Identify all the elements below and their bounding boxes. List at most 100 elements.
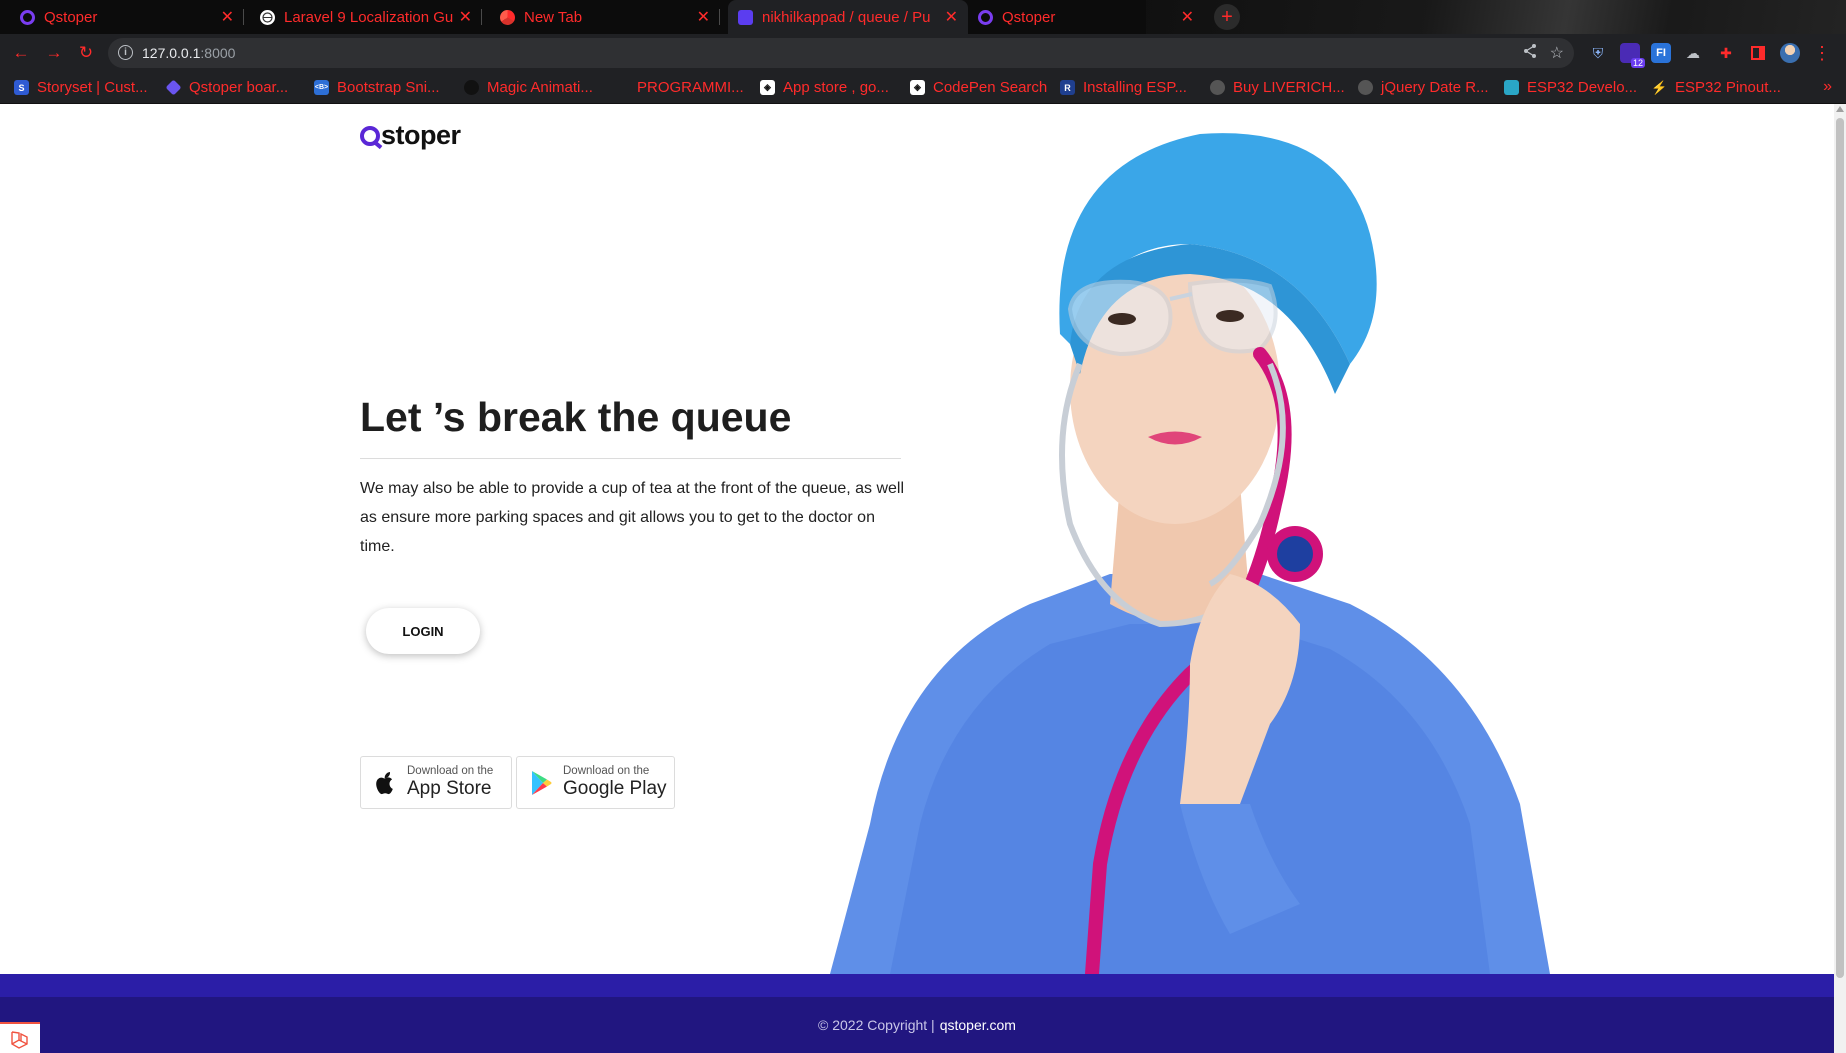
tab-bitbucket[interactable]: nikhilkappad / queue / Pu ✕ xyxy=(728,0,968,34)
storyset-icon: S xyxy=(14,80,29,95)
qstoper-icon xyxy=(20,9,35,25)
tab-qstoper-2[interactable]: Qstoper ✕ xyxy=(968,0,1204,34)
extension-fi-icon[interactable]: FI xyxy=(1651,43,1671,63)
bookmark-label: ESP32 Develo... xyxy=(1527,79,1638,96)
github-icon xyxy=(464,80,479,95)
close-icon[interactable]: ✕ xyxy=(945,7,958,27)
bookmark-label: Installing ESP... xyxy=(1083,79,1187,96)
bookmark-label: Storyset | Cust... xyxy=(37,79,148,96)
close-icon[interactable]: ✕ xyxy=(221,7,234,27)
codepen-icon: ◈ xyxy=(760,80,775,95)
url-text[interactable]: 127.0.0.1:8000 xyxy=(142,45,235,61)
app-store-text: Download on the App Store xyxy=(407,765,493,800)
new-tab-button[interactable]: + xyxy=(1214,4,1240,30)
tab-qstoper-1[interactable]: Qstoper ✕ xyxy=(10,0,244,34)
bookmark-label: jQuery Date R... xyxy=(1381,79,1489,96)
folder-icon xyxy=(614,80,629,95)
hero-divider xyxy=(360,458,901,459)
google-play-small-text: Download on the xyxy=(563,765,650,777)
scrollbar-thumb[interactable] xyxy=(1836,118,1844,978)
extension-shield-icon[interactable]: ⛨ xyxy=(1588,43,1608,63)
google-play-badge[interactable]: Download on the Google Play xyxy=(516,756,675,809)
back-button[interactable]: ← xyxy=(10,42,32,64)
bookmark-label: CodePen Search xyxy=(933,79,1048,96)
google-play-text: Download on the Google Play xyxy=(563,765,667,800)
browser-toolbar: ← → ↻ i 127.0.0.1:8000 ☆ ⛨ 12 FI ☁ ✚ ⋮ xyxy=(0,34,1846,72)
tab-laravel-localization[interactable]: Laravel 9 Localization Gu ✕ xyxy=(250,0,482,34)
logo-q-icon xyxy=(360,125,380,146)
tab-title: Qstoper xyxy=(1002,8,1056,26)
bookmark-item[interactable]: Qstoper boar... xyxy=(165,79,288,96)
globe-icon xyxy=(1358,80,1373,95)
bookmark-item[interactable]: Buy LIVERICH... xyxy=(1210,79,1345,96)
reload-icon: ↻ xyxy=(78,43,94,62)
bookmark-item[interactable]: R Installing ESP... xyxy=(1060,79,1187,96)
laravel-debugbar-icon[interactable] xyxy=(0,1022,40,1053)
extension-cap-icon[interactable]: 12 xyxy=(1620,43,1645,68)
extensions-puzzle-icon[interactable]: ✚ xyxy=(1716,43,1736,63)
close-icon[interactable]: ✕ xyxy=(697,7,710,27)
footer-copyright: © 2022 Copyright | xyxy=(818,1017,935,1033)
url-port: :8000 xyxy=(200,45,236,61)
footer-band xyxy=(0,974,1834,997)
bookmarks-overflow-button[interactable]: » xyxy=(1823,78,1832,96)
bookmark-item[interactable]: ESP32 Develo... xyxy=(1504,79,1637,96)
arrow-left-icon: ← xyxy=(12,43,30,62)
app-store-badge[interactable]: Download on the App Store xyxy=(360,756,512,809)
bookmark-item[interactable]: S Storyset | Cust... xyxy=(14,79,148,96)
address-bar[interactable]: i 127.0.0.1:8000 ☆ xyxy=(108,38,1574,68)
close-icon[interactable]: ✕ xyxy=(1181,7,1194,27)
bookmark-label: Bootstrap Sni... xyxy=(337,79,440,96)
scroll-up-icon[interactable] xyxy=(1836,106,1844,112)
login-button[interactable]: LOGIN xyxy=(366,608,480,654)
tab-title: Laravel 9 Localization Gu xyxy=(284,8,453,26)
tab-new-tab[interactable]: New Tab ✕ xyxy=(490,0,720,34)
app-store-small-text: Download on the xyxy=(407,765,494,777)
globe-icon xyxy=(1210,80,1225,95)
bookmark-star-icon[interactable]: ☆ xyxy=(1550,43,1564,63)
bookmark-item[interactable]: ◈ App store , go... xyxy=(760,79,889,96)
page-scrollbar[interactable] xyxy=(1834,104,1846,1053)
page-viewport: stoper Let ’s break the queue We may als… xyxy=(0,104,1834,1053)
lightning-icon: ⚡ xyxy=(1651,79,1668,95)
bookmark-item[interactable]: jQuery Date R... xyxy=(1358,79,1489,96)
profile-avatar[interactable] xyxy=(1780,43,1800,63)
apple-icon xyxy=(376,771,393,794)
reload-button[interactable]: ↻ xyxy=(75,42,97,64)
esp-icon xyxy=(1504,80,1519,95)
tab-title: New Tab xyxy=(524,8,583,26)
arrow-right-icon: → xyxy=(45,43,63,62)
menu-kebab-icon[interactable]: ⋮ xyxy=(1812,43,1832,63)
extension-badge: 12 xyxy=(1630,58,1645,68)
side-panel-icon[interactable] xyxy=(1748,43,1768,63)
footer: © 2022 Copyright | qstoper.com xyxy=(0,997,1834,1053)
bootstrap-icon: <B> xyxy=(314,80,329,95)
share-icon[interactable] xyxy=(1522,43,1538,64)
bitbucket-icon xyxy=(738,9,753,25)
forward-button[interactable]: → xyxy=(43,42,65,64)
tab-title: Qstoper xyxy=(44,8,98,26)
bookmark-item[interactable]: Magic Animati... xyxy=(464,79,593,96)
site-info-icon[interactable]: i xyxy=(118,45,133,60)
bookmark-item[interactable]: ⚡ ESP32 Pinout... xyxy=(1651,79,1781,96)
bookmark-item[interactable]: ◈ CodePen Search xyxy=(910,79,1047,96)
bookmarks-bar: S Storyset | Cust... Qstoper boar... <B> B… xyxy=(0,72,1846,104)
footer-site-link[interactable]: qstoper.com xyxy=(940,1017,1016,1033)
hero-description: We may also be able to provide a cup of … xyxy=(360,480,905,555)
google-play-label: Google Play xyxy=(563,778,667,799)
bookmark-label: App store , go... xyxy=(783,79,889,96)
extension-cloud-icon[interactable]: ☁ xyxy=(1683,43,1703,63)
bookmark-item[interactable]: PROGRAMMI... xyxy=(614,79,744,96)
bookmark-label: Buy LIVERICH... xyxy=(1233,79,1345,96)
jira-icon xyxy=(165,79,182,96)
plus-icon: + xyxy=(1221,5,1233,28)
qstoper-logo[interactable]: stoper xyxy=(360,120,461,151)
codepen-icon: ◈ xyxy=(910,80,925,95)
close-icon[interactable]: ✕ xyxy=(459,7,472,27)
bookmark-item[interactable]: <B> Bootstrap Sni... xyxy=(314,79,440,96)
logo-wordmark: stoper xyxy=(381,120,461,150)
hero-title: Let ’s break the queue xyxy=(360,394,792,440)
chrome-icon xyxy=(500,9,515,25)
globe-icon xyxy=(260,9,275,25)
r-icon: R xyxy=(1060,80,1075,95)
